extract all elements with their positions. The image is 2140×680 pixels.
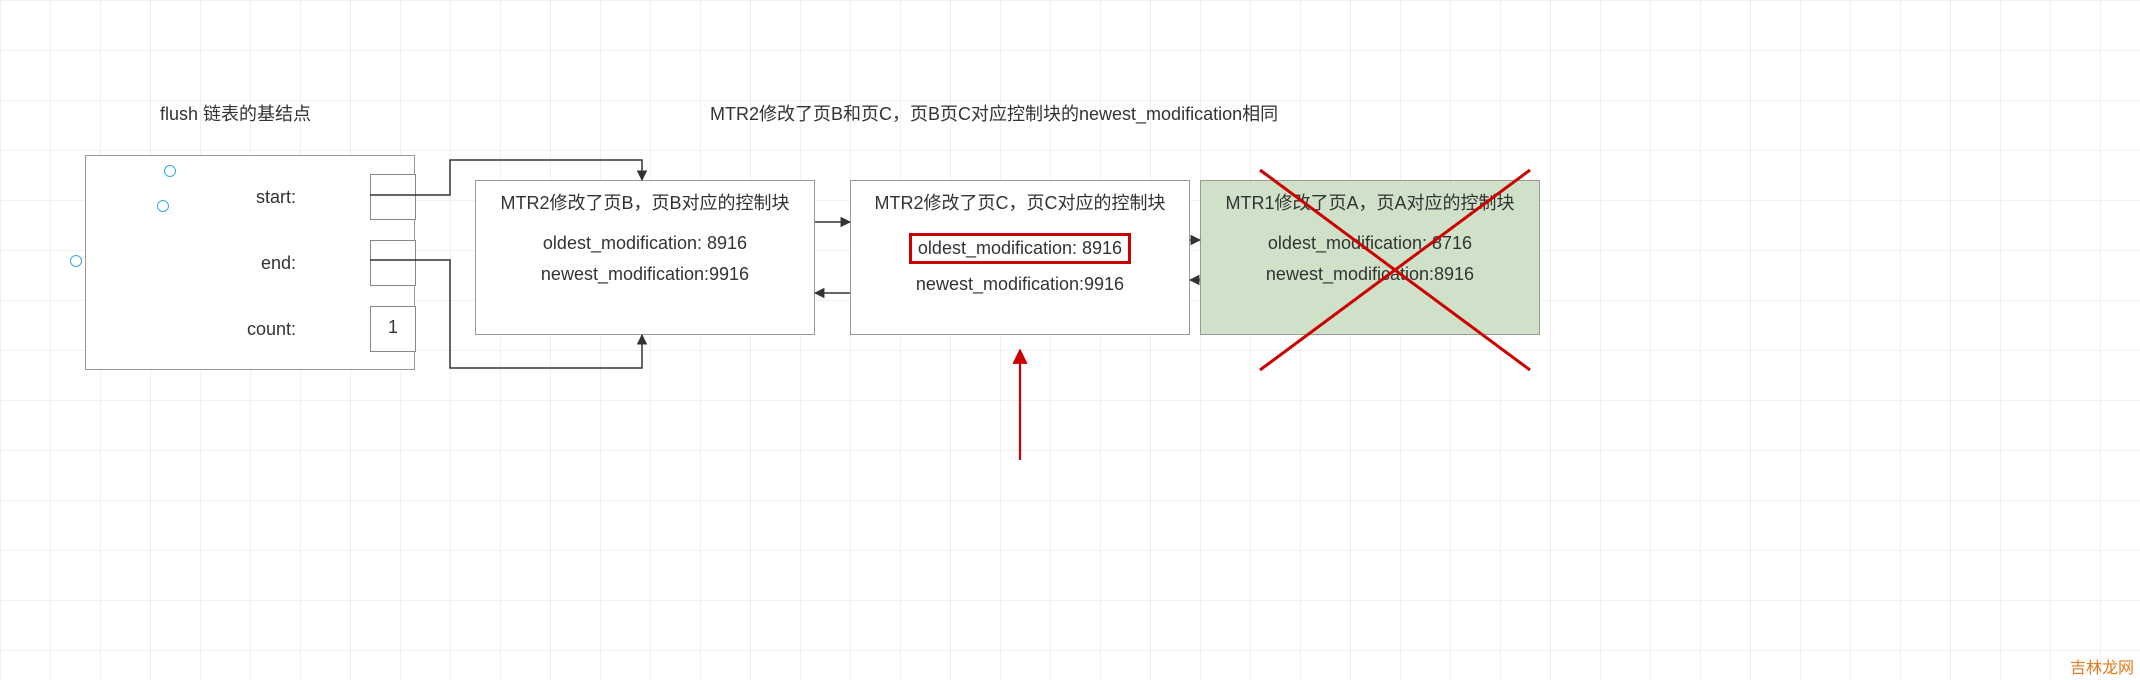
block-b-newest: newest_modification:9916 [476,264,814,285]
block-c: MTR2修改了页C，页C对应的控制块 oldest_modification: … [850,180,1190,335]
block-b-oldest: oldest_modification: 8916 [476,233,814,254]
watermark: 吉林龙网 [2070,654,2134,678]
block-c-newest: newest_modification:9916 [851,274,1189,295]
block-b: MTR2修改了页B，页B对应的控制块 oldest_modification: … [475,180,815,335]
anchor-top-1 [164,165,176,177]
count-label: count: [216,319,296,340]
block-c-oldest-highlight: oldest_modification: 8916 [909,233,1131,264]
end-pointer-box [370,240,416,286]
caption-left: flush 链表的基结点 [160,100,311,126]
base-node-box: start: end: count: 1 [85,155,415,370]
block-c-title: MTR2修改了页C，页C对应的控制块 [851,189,1189,215]
row-start: start: [216,174,416,220]
start-pointer-box [370,174,416,220]
block-a-title: MTR1修改了页A，页A对应的控制块 [1201,189,1539,215]
block-a: MTR1修改了页A，页A对应的控制块 oldest_modification: … [1200,180,1540,335]
row-end: end: [216,240,416,286]
count-value-box: 1 [370,306,416,352]
start-label: start: [216,187,296,208]
caption-top: MTR2修改了页B和页C，页B页C对应控制块的newest_modificati… [710,100,1278,126]
block-b-title: MTR2修改了页B，页B对应的控制块 [476,189,814,215]
end-label: end: [216,253,296,274]
row-count: count: 1 [216,306,416,352]
block-a-oldest: oldest_modification: 8716 [1201,233,1539,254]
anchor-top-2 [157,200,169,212]
block-a-newest: newest_modification:8916 [1201,264,1539,285]
anchor-left [70,255,82,267]
